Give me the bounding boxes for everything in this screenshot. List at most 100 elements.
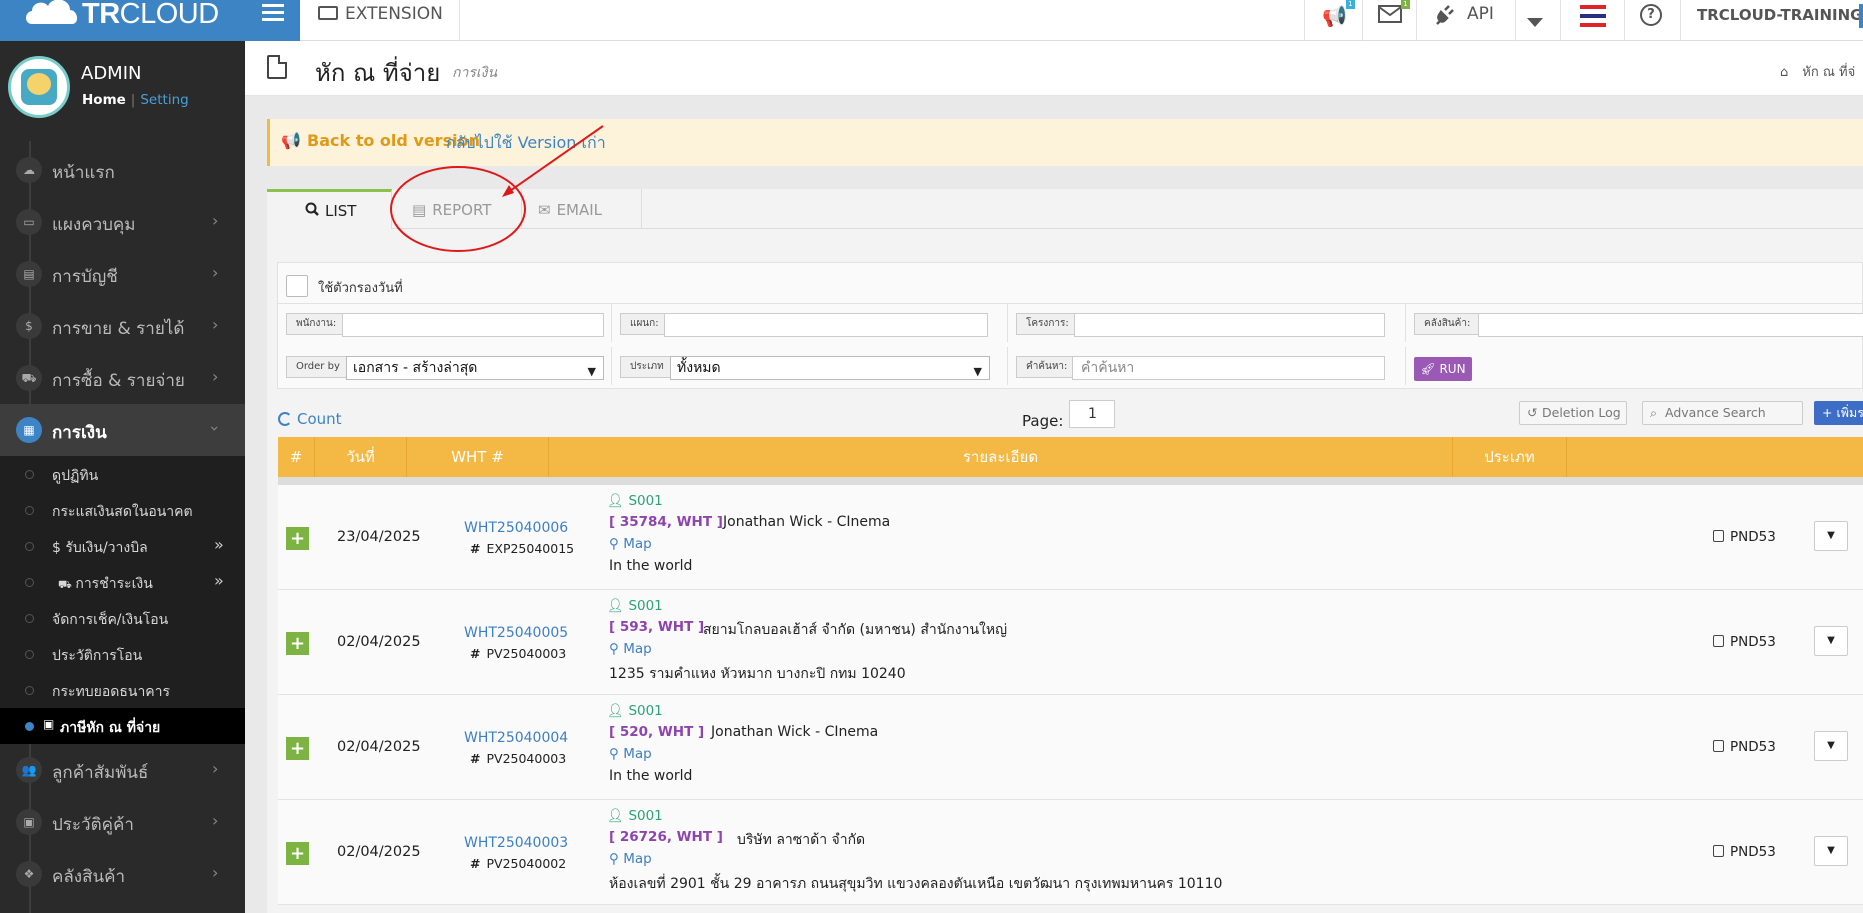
document-icon: ▣ (43, 717, 55, 731)
row-map-link[interactable]: Map (623, 746, 652, 762)
sidebar-item-warehouse[interactable]: ❖ คลังสินค้า › (0, 848, 245, 900)
row-ref-doc[interactable]: PV25040003 (486, 646, 566, 661)
sidebar-sub-cheque[interactable]: จัดการเช็ค/เงินโอน (0, 600, 245, 636)
expand-button[interactable]: + (286, 737, 309, 760)
sidebar-sub-bank-reconcile[interactable]: กระทบยอดธนาคาร (0, 672, 245, 708)
col-wht[interactable]: WHT # (407, 437, 549, 477)
contact-icon: ▣ (16, 809, 42, 835)
sidebar-item-partners[interactable]: ▣ ประวัติคู่ค้า › (0, 796, 245, 848)
sidebar-sub-transfer-history[interactable]: ประวัติการโอน (0, 636, 245, 672)
project-field[interactable] (1074, 313, 1385, 337)
spinner-icon (278, 412, 292, 426)
col-type[interactable]: ประเภท (1453, 437, 1567, 477)
hash-icon: # (470, 541, 481, 556)
row-wht-link[interactable]: WHT25040005 (464, 625, 568, 641)
document-icon (267, 55, 287, 79)
sidebar-sub-receive[interactable]: $ รับเงิน/วางบิล » (0, 528, 245, 564)
row-salesperson: S001 (628, 493, 663, 509)
sidebar-item-finance[interactable]: ▦ การเงิน › (0, 404, 245, 456)
hash-icon: # (470, 646, 481, 661)
caret-down-icon[interactable] (1527, 9, 1543, 33)
order-by-select[interactable]: เอกสาร - สร้างล่าสุด ▼ (346, 356, 604, 380)
row-action-dropdown[interactable]: ▼ (1814, 626, 1848, 656)
page-subtitle: การเงิน (452, 65, 498, 81)
main-content: หัก ณ ที่จ่าย การเงิน ⌂ หัก ณ ที่จ่ 📢 Bac… (245, 41, 1863, 913)
row-date: 02/04/2025 (337, 844, 421, 860)
sidebar-item-purchase[interactable]: ⛟ การซื้อ & รายจ่าย › (0, 352, 245, 404)
warehouse-field[interactable] (1478, 313, 1863, 337)
home-icon[interactable]: ⌂ (1780, 65, 1788, 80)
project-label: โครงการ: (1016, 313, 1079, 335)
menu-toggle-button[interactable] (245, 0, 300, 41)
row-ref-doc[interactable]: PV25040002 (486, 856, 566, 871)
page-header: หัก ณ ที่จ่าย การเงิน ⌂ หัก ณ ที่จ่ (245, 41, 1863, 96)
row-wht-link[interactable]: WHT25040004 (464, 730, 568, 746)
sidebar-sub-payment[interactable]: ⛟ การชำระเงิน » (0, 564, 245, 600)
cloud-icon: ☁ (16, 157, 42, 183)
deletion-log-button[interactable]: ↺ Deletion Log (1519, 401, 1627, 425)
search-input[interactable]: คำค้นหา (1072, 356, 1385, 380)
row-date: 02/04/2025 (337, 739, 421, 755)
row-action-dropdown[interactable]: ▼ (1814, 521, 1848, 551)
page-label: Page: (1022, 412, 1064, 430)
advance-search-button[interactable]: ⌕ Advance Search (1642, 401, 1803, 425)
sidebar-item-home[interactable]: ☁ หน้าแรก (0, 144, 245, 196)
employee-field[interactable] (342, 313, 604, 337)
home-link[interactable]: Home (82, 92, 126, 108)
admin-name: ADMIN (81, 63, 142, 84)
user-icon: 👤︎ (607, 598, 629, 614)
run-button[interactable]: 🚀︎ RUN (1414, 357, 1472, 381)
brand-light: CLOUD (119, 0, 220, 30)
expand-button[interactable]: + (286, 527, 309, 550)
add-item-button[interactable]: + เพิ่มรายการ (1814, 401, 1863, 425)
type-select[interactable]: ทั้งหมด ▼ (670, 356, 990, 380)
col-date[interactable]: วันที่ (315, 437, 407, 477)
extension-menu[interactable]: EXTENSION (318, 4, 443, 24)
col-index: # (278, 437, 315, 477)
setting-link[interactable]: Setting (140, 92, 188, 108)
sidebar-item-sales[interactable]: $ การขาย & รายได้ › (0, 300, 245, 352)
avatar[interactable] (8, 56, 70, 118)
chevron-down-icon: ▼ (587, 365, 596, 378)
sidebar-item-accounting[interactable]: ▤ การบัญชี › (0, 248, 245, 300)
count-button[interactable]: Count (278, 410, 342, 428)
tab-email[interactable]: ✉ EMAIL (522, 189, 642, 229)
sidebar-sub-cashflow[interactable]: กระแสเงินสดในอนาคต (0, 492, 245, 528)
megaphone-button[interactable]: 📢 1 (1322, 0, 1355, 28)
help-icon[interactable]: ? (1640, 4, 1662, 26)
row-action-dropdown[interactable]: ▼ (1814, 731, 1848, 761)
monitor-icon: ▭ (16, 209, 42, 235)
mail-button[interactable]: 1 (1378, 0, 1410, 29)
department-label: แผนก: (620, 313, 669, 335)
top-bar: TRCLOUD EXTENSION 📢 1 1 API ? TRCLOUD-TR… (0, 0, 1863, 41)
expand-button[interactable]: + (286, 632, 309, 655)
thai-flag-icon[interactable] (1580, 5, 1606, 27)
row-wht-link[interactable]: WHT25040006 (464, 520, 568, 536)
sidebar-sub-wht[interactable]: ▣ ภาษีหัก ณ ที่จ่าย (0, 708, 245, 744)
map-marker-icon: ⚲ (609, 851, 624, 867)
row-ref-doc[interactable]: PV25040003 (486, 751, 566, 766)
department-field[interactable] (664, 313, 988, 337)
chevron-right-icon: › (212, 759, 219, 778)
row-map-link[interactable]: Map (623, 851, 652, 867)
date-filter-checkbox[interactable] (286, 275, 308, 297)
page-input[interactable]: 1 (1069, 400, 1115, 428)
row-wht-link[interactable]: WHT25040003 (464, 835, 568, 851)
row-ref-doc[interactable]: EXP25040015 (486, 541, 574, 556)
row-map-link[interactable]: Map (623, 536, 652, 552)
tab-list[interactable]: LIST (267, 189, 392, 229)
old-version-link[interactable]: กลับไปใช้ Version เก่า (446, 131, 606, 156)
expand-button[interactable]: + (286, 842, 309, 865)
sidebar-item-dashboard[interactable]: ▭ แผงควบคุม › (0, 196, 245, 248)
company-name[interactable]: TRCLOUD-TRAINING (1697, 6, 1862, 24)
row-contact-name: บริษัท ลาซาด้า จำกัด (737, 832, 866, 848)
tab-report[interactable]: ▤ REPORT (392, 189, 522, 229)
double-chevron-icon: » (214, 535, 224, 554)
row-action-dropdown[interactable]: ▼ (1814, 836, 1848, 866)
sidebar-item-crm[interactable]: 👥 ลูกค้าสัมพันธ์ › (0, 744, 245, 796)
api-menu[interactable]: API (1467, 4, 1494, 24)
sidebar-sub-calendar[interactable]: ดูปฏิทิน (0, 456, 245, 492)
logo[interactable]: TRCLOUD (0, 0, 245, 41)
users-icon: 👥 (16, 757, 42, 783)
row-map-link[interactable]: Map (623, 641, 652, 657)
